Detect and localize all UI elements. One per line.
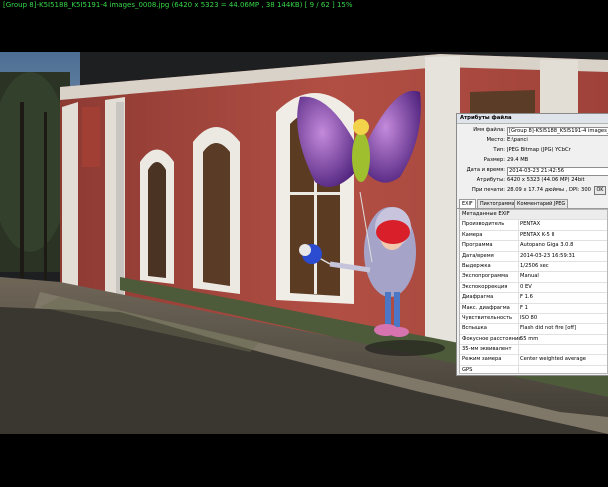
table-row: Режим замера Center weighted average [460,355,607,366]
attr-row-filename: Имя файла: [Group 8]-K5I5188_K5I5191-4 i… [457,126,608,136]
exif-key: Диафрагма [462,294,494,301]
attr-value: JPEG Bitmap (JPG) YCbCr [507,147,571,153]
attr-value: E:\panci [507,137,528,143]
attr-key: Имя файла: [473,127,505,133]
exif-key: Макс. диафрагма [462,304,510,311]
exif-table[interactable]: Метаданные EXIF Производитель PENTAX Каме… [459,209,608,374]
attr-key: Дата и время: [466,167,505,173]
tab-jpeg-comment[interactable]: Комментарий JPEG [514,199,569,208]
attr-key: Размер: [483,157,505,163]
tab-bar: EXIF Пиктограмма Комментарий JPEG [457,198,608,209]
attr-key: Атрибуты: [476,177,505,183]
table-row: Вспышка Flash did not fire [off] [460,324,607,335]
datetime-field[interactable]: 2014-03-23 21:42:56 [507,167,608,176]
exif-key: Чувствительность [462,314,513,321]
exif-value: 2014-03-23 16:59:31 [520,252,576,259]
attr-key: При печати: [471,187,505,193]
table-row: Выдержка 1/2506 sec [460,261,607,273]
attr-row-size: Размер: 29.4 MB [457,156,608,165]
exif-value: PENTAX K-5 II [520,231,555,238]
attr-row-datetime: Дата и время: 2014-03-23 21:42:56 [457,166,608,176]
exif-value: F 1 [520,304,528,311]
table-row: Программа Autopano Giga 3.0.8 [460,241,607,252]
exif-key: Производитель [462,221,505,228]
ok-button[interactable]: OK [594,186,606,195]
exif-key: Выдержка [462,262,491,269]
table-row: Дата/время 2014-03-23 16:59:31 [460,251,607,262]
exif-header-row: Метаданные EXIF [460,210,607,221]
attr-value: 29.4 MB [507,157,529,163]
exif-header: Метаданные EXIF [462,211,510,217]
attr-value: 6420 x 5323 (44.06 MP) 24bit [507,177,585,183]
exif-key: Дата/время [462,252,494,259]
exif-value: ISO 80 [520,314,538,321]
attr-value: 28.09 x 17.74 дюймы , DPI: 300 x 300 [507,187,593,193]
tab-thumbnail[interactable]: Пиктограмма [477,199,518,208]
tab-exif[interactable]: EXIF [459,199,476,208]
exif-value: F 1.6 [520,294,533,301]
attr-row-print: При печати: 28.09 x 17.74 дюймы , DPI: 3… [457,186,608,195]
table-row: Фокусное расстояние 55 mm [460,334,607,346]
exif-key: Программа [462,242,493,249]
exif-key: 35-мм эквивалент [462,346,512,353]
table-row: Диафрагма F 1.6 [460,293,607,304]
exif-key: Вспышка [462,325,487,332]
attr-row-location: Место: E:\panci [457,136,608,145]
exif-value: 1/2506 sec [520,262,549,269]
filename-field[interactable]: [Group 8]-K5I5188_K5I5191-4 images_0008.… [507,127,608,136]
exif-key: Фокусное расстояние [462,335,522,342]
table-row: Чувствительность ISO 80 [460,313,607,325]
table-row: Камера PENTAX K-5 II [460,230,607,242]
exif-key: Камера [462,231,483,238]
exif-value: Autopano Giga 3.0.8 [520,242,574,249]
table-row: Экспопрограмма Manual [460,272,607,283]
exif-value: 0 EV [520,283,532,290]
exif-value: Flash did not fire [off] [520,325,576,332]
exif-key: Экспопрограмма [462,273,509,280]
attributes-list: Имя файла: [Group 8]-K5I5188_K5I5191-4 i… [457,124,608,196]
attr-row-type: Тип: JPEG Bitmap (JPG) YCbCr [457,146,608,155]
table-row: Производитель PENTAX [460,220,607,231]
exif-key: Экспокоррекция [462,283,508,290]
exif-value: PENTAX [520,221,541,228]
attr-row-attributes: Атрибуты: 6420 x 5323 (44.06 MP) 24bit [457,176,608,185]
exif-key: Режим замера [462,356,502,363]
attr-key: Тип: [493,147,505,153]
table-row: GPS [460,365,607,373]
panel-title: Атрибуты файла [457,114,608,124]
exif-value: Center weighted average [520,356,586,363]
status-bar: [Group 8]-K5I5188_K5I5191-4 images_0008.… [3,1,353,9]
exif-value: 55 mm [520,335,539,342]
exif-value: Manual [520,273,539,280]
attr-key: Место: [486,137,505,143]
table-row: Макс. диафрагма F 1 [460,303,607,314]
table-row: Экспокоррекция 0 EV [460,282,607,294]
exif-key: GPS [462,366,473,373]
table-row: 35-мм эквивалент [460,345,607,356]
file-attributes-panel: Атрибуты файла Имя файла: [Group 8]-K5I5… [456,113,608,376]
